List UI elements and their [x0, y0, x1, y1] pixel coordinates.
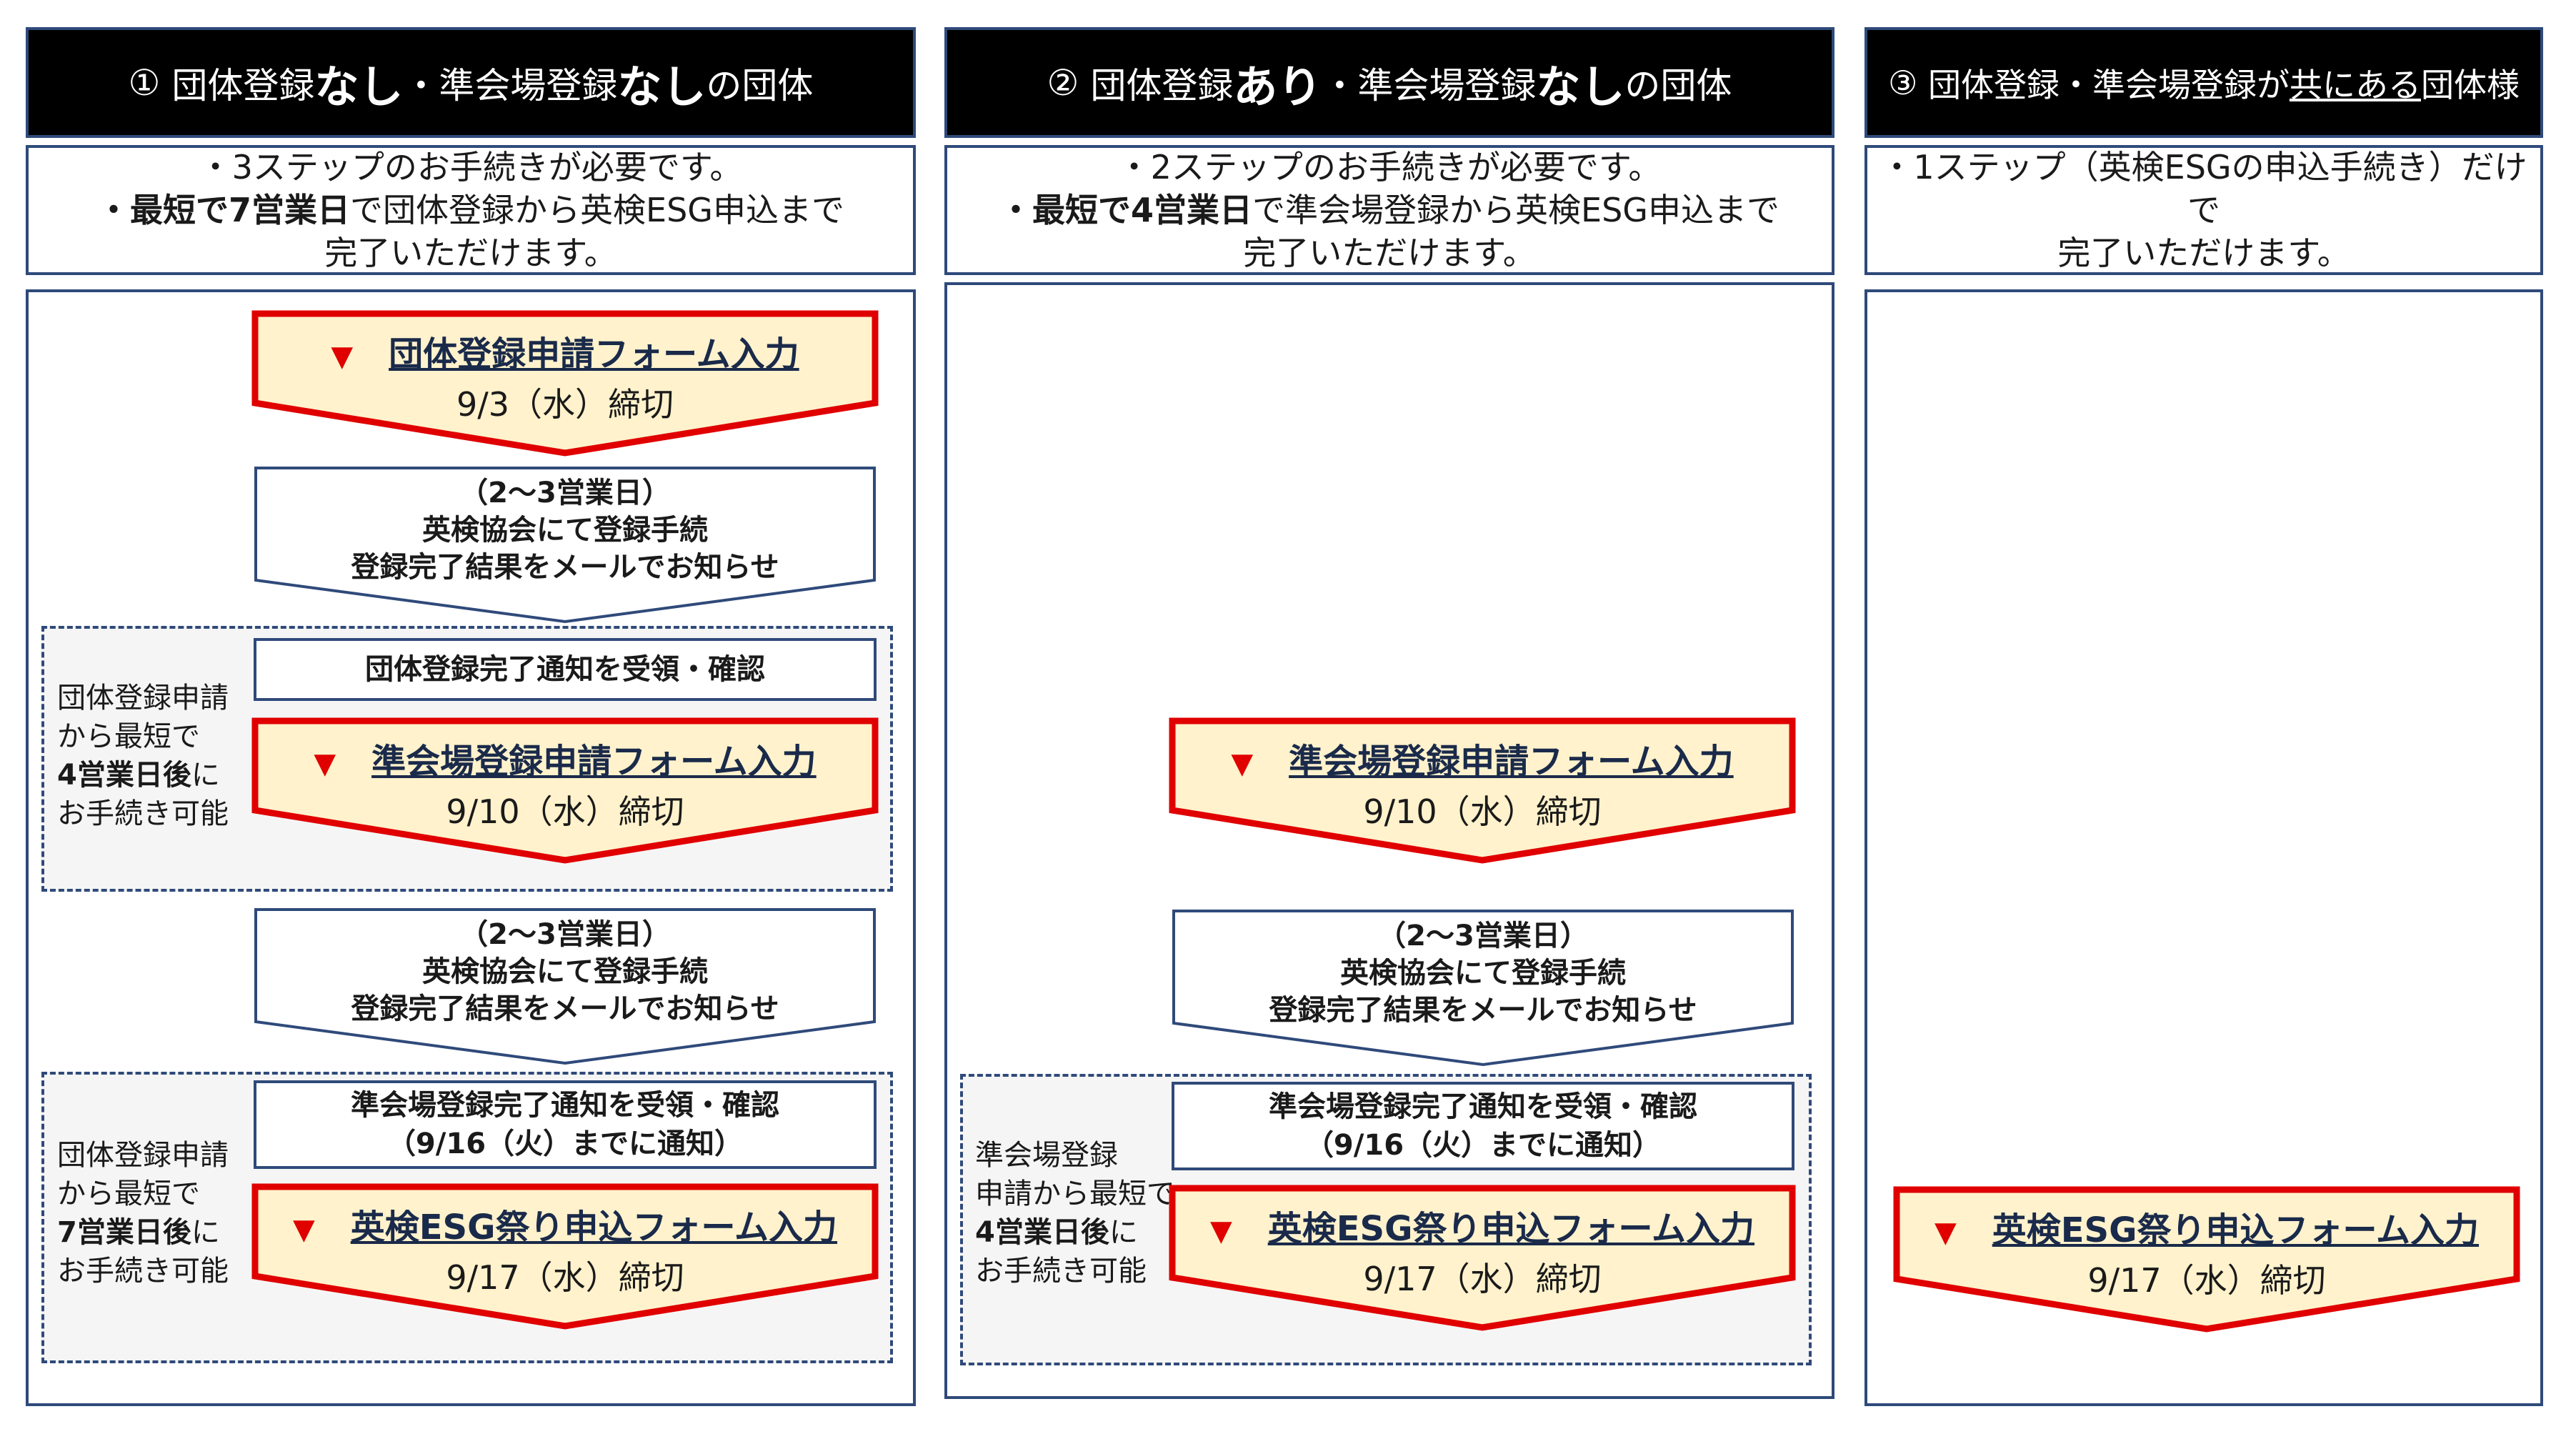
down-triangle-icon: ▼ — [292, 1213, 315, 1246]
down-triangle-icon: ▼ — [1231, 747, 1254, 780]
side-note-emphasis: 4営業日後 — [57, 759, 191, 792]
column-2-number: ② — [1047, 61, 1079, 104]
desc-line: 完了いただけます。 — [1243, 234, 1536, 272]
header-text: 団体登録・準会場登録が — [1927, 65, 2290, 104]
venue-registration-notice: 準会場登録完了通知を受領・確認 （9/16（火）までに通知） — [1172, 1082, 1794, 1170]
form-title: 団体登録申請フォーム入力 — [389, 334, 799, 374]
column-2-description: ・2ステップのお手続きが必要です。 ・最短で4営業日で準会場登録から英検ESG申… — [944, 145, 1834, 275]
header-text: 団体登録 — [171, 64, 315, 106]
desc-line: 完了いただけます。 — [324, 234, 617, 272]
notice-text: （9/16（火）までに通知） — [386, 1127, 744, 1160]
form-deadline: 9/17（水）締切 — [446, 1258, 684, 1297]
form-deadline: 9/10（水）締切 — [1363, 792, 1602, 831]
desc-line: で団体登録から英検ESG申込まで — [350, 191, 844, 229]
side-note-emphasis: 4営業日後 — [975, 1216, 1109, 1249]
column-1-header: ① 団体登録 なし ・準会場登録 なし の団体 — [26, 27, 916, 138]
group-registration-notice: 団体登録完了通知を受領・確認 — [254, 638, 877, 701]
header-emphasis: あり — [1233, 60, 1322, 113]
group-registration-form-step: ▼ 団体登録申請フォーム入力 9/3（水）締切 — [251, 310, 879, 457]
header-text: ・準会場登録 — [403, 64, 618, 106]
header-emphasis: なし — [314, 60, 404, 113]
esg-application-form-step: ▼ 英検ESG祭り申込フォーム入力 9/17（水）締切 — [1893, 1186, 2520, 1333]
side-note-line: から最短で — [57, 720, 200, 753]
column-3-description: ・1ステップ（英検ESGの申込手続き）だけで 完了いただけます。 — [1864, 145, 2543, 275]
desc-line: ・3ステップのお手続きが必要です。 — [199, 148, 743, 186]
processing-duration: （2～3営業日） — [459, 918, 671, 951]
side-note-line: 準会場登録 — [975, 1139, 1118, 1172]
header-text: の団体 — [706, 64, 814, 106]
header-emphasis: なし — [617, 60, 707, 113]
processing-step: （2～3営業日） 英検協会にて登録手続 登録完了結果をメールでお知らせ — [254, 466, 877, 624]
form-title: 英検ESG祭り申込フォーム入力 — [1992, 1210, 2480, 1250]
processing-duration: （2～3営業日） — [1377, 920, 1589, 952]
processing-duration: （2～3営業日） — [459, 477, 671, 509]
side-note-emphasis: 7営業日後 — [57, 1216, 191, 1249]
desc-emphasis: ・最短で7営業日 — [97, 191, 351, 229]
form-title: 英検ESG祭り申込フォーム入力 — [350, 1208, 838, 1248]
side-note-line: お手続き可能 — [57, 797, 229, 830]
side-note-line: お手続き可能 — [57, 1255, 229, 1288]
header-emphasis: なし — [1536, 60, 1625, 113]
venue-registration-form-step: ▼ 準会場登録申請フォーム入力 9/10（水）締切 — [251, 717, 879, 864]
processing-step: （2～3営業日） 英検協会にて登録手続 登録完了結果をメールでお知らせ — [1172, 909, 1794, 1067]
processing-step: （2～3営業日） 英検協会にて登録手続 登録完了結果をメールでお知らせ — [254, 907, 877, 1066]
form-title: 英検ESG祭り申込フォーム入力 — [1267, 1209, 1755, 1249]
column-3-number: ③ — [1888, 63, 1918, 102]
form-deadline: 9/3（水）締切 — [456, 385, 674, 424]
header-text: 団体様 — [2420, 65, 2520, 104]
notice-text: （9/16（火）までに通知） — [1304, 1129, 1662, 1162]
header-text: の団体 — [1624, 64, 1732, 106]
side-note: 準会場登録 申請から最短で 4営業日後に お手続き可能 — [975, 1136, 1182, 1290]
side-note-line: から最短で — [57, 1177, 200, 1210]
desc-line: ・2ステップのお手続きが必要です。 — [1117, 148, 1662, 186]
down-triangle-icon: ▼ — [1209, 1215, 1232, 1248]
desc-line: で準会場登録から英検ESG申込まで — [1252, 191, 1779, 229]
processing-desc: 登録完了結果をメールでお知らせ — [351, 551, 779, 584]
form-title: 準会場登録申請フォーム入力 — [1289, 742, 1734, 782]
form-deadline: 9/17（水）締切 — [1363, 1260, 1602, 1298]
form-deadline: 9/10（水）締切 — [446, 792, 684, 831]
side-note-line: お手続き可能 — [975, 1255, 1147, 1288]
down-triangle-icon: ▼ — [314, 747, 336, 780]
column-1-number: ① — [128, 61, 161, 104]
form-deadline: 9/17（水）締切 — [2087, 1261, 2326, 1300]
column-1-description: ・3ステップのお手続きが必要です。 ・最短で7営業日で団体登録から英検ESG申込… — [26, 145, 916, 275]
side-note-line: 申請から最短で — [975, 1177, 1175, 1210]
side-note-line: に — [1109, 1216, 1138, 1249]
form-title: 準会場登録申請フォーム入力 — [371, 742, 817, 782]
column-2-header: ② 団体登録 あり ・準会場登録 なし の団体 — [944, 27, 1834, 138]
down-triangle-icon: ▼ — [1934, 1216, 1957, 1249]
side-note: 団体登録申請 から最短で 7営業日後に お手続き可能 — [57, 1136, 257, 1290]
desc-emphasis: ・最短で4営業日 — [999, 191, 1253, 229]
down-triangle-icon: ▼ — [331, 340, 354, 373]
venue-registration-notice: 準会場登録完了通知を受領・確認 （9/16（火）までに通知） — [254, 1080, 877, 1169]
processing-desc: 英検協会にて登録手続 — [422, 514, 708, 547]
side-note: 団体登録申請 から最短で 4営業日後に お手続き可能 — [57, 679, 257, 833]
processing-desc: 登録完了結果をメールでお知らせ — [1269, 994, 1697, 1027]
notice-text: 準会場登録完了通知を受領・確認 — [351, 1089, 779, 1122]
column-3-header: ③ 団体登録・準会場登録が 共にある 団体様 — [1864, 27, 2543, 138]
esg-application-form-step: ▼ 英検ESG祭り申込フォーム入力 9/17（水）締切 — [251, 1183, 879, 1330]
desc-line: 完了いただけます。 — [2057, 234, 2350, 272]
processing-desc: 英検協会にて登録手続 — [1340, 957, 1626, 990]
venue-registration-form-step: ▼ 準会場登録申請フォーム入力 9/10（水）締切 — [1169, 717, 1796, 864]
header-emphasis: 共にある — [2289, 65, 2421, 104]
header-text: ・準会場登録 — [1322, 64, 1537, 106]
desc-line: ・1ステップ（英検ESGの申込手続き）だけで — [1880, 148, 2527, 229]
header-text: 団体登録 — [1090, 64, 1234, 106]
side-note-line: 団体登録申請 — [57, 1139, 229, 1172]
processing-desc: 登録完了結果をメールでお知らせ — [351, 992, 779, 1025]
esg-application-form-step: ▼ 英検ESG祭り申込フォーム入力 9/17（水）締切 — [1169, 1185, 1796, 1331]
notice-text: 準会場登録完了通知を受領・確認 — [1269, 1090, 1697, 1123]
side-note-line: に — [191, 1216, 220, 1249]
side-note-line: に — [191, 759, 220, 792]
processing-desc: 英検協会にて登録手続 — [422, 955, 708, 988]
notice-text: 団体登録完了通知を受領・確認 — [365, 653, 765, 686]
side-note-line: 団体登録申請 — [57, 682, 229, 714]
